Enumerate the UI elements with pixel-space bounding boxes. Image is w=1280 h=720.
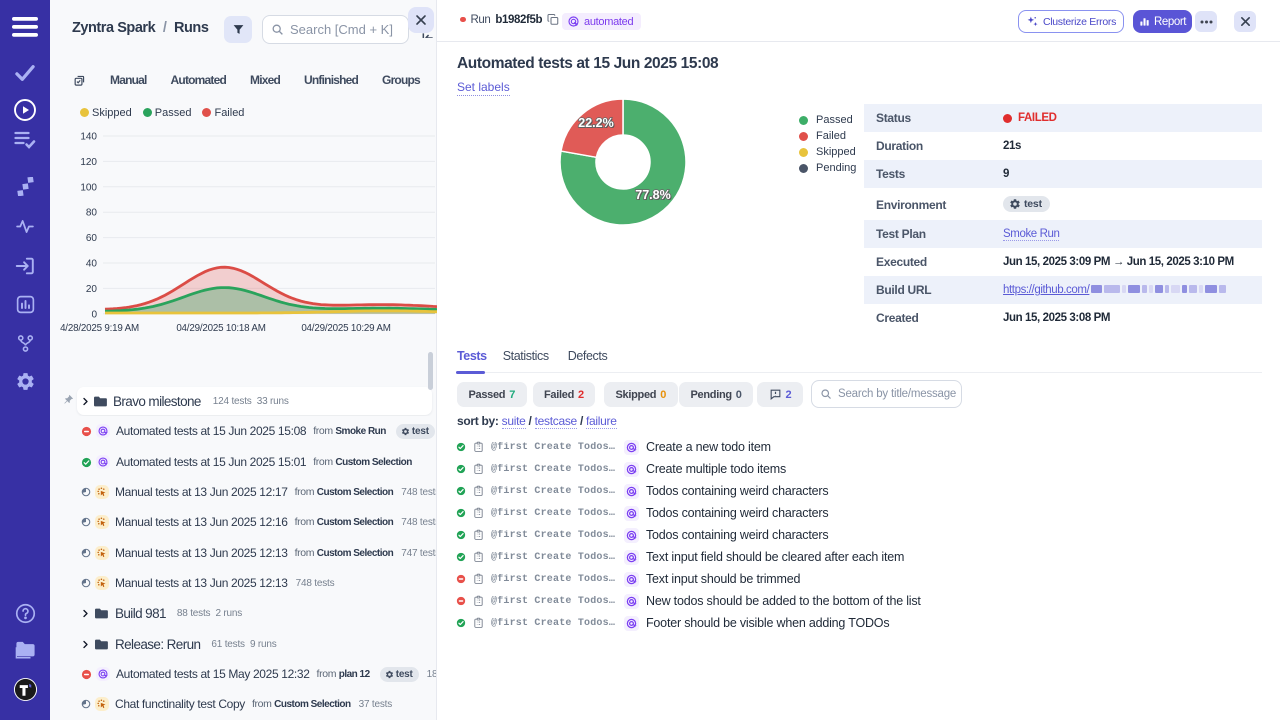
- svg-text:100: 100: [80, 182, 97, 193]
- svg-text:40: 40: [86, 259, 98, 270]
- svg-text:60: 60: [86, 233, 98, 244]
- svg-text:20: 20: [86, 284, 98, 295]
- svg-text:0: 0: [91, 309, 97, 320]
- svg-text:04/29/2025 10:29 AM: 04/29/2025 10:29 AM: [301, 323, 390, 334]
- svg-text:4/28/2025 9:19 AM: 4/28/2025 9:19 AM: [60, 323, 139, 334]
- svg-text:140: 140: [80, 132, 97, 143]
- svg-text:22.2%: 22.2%: [578, 116, 613, 130]
- svg-text:80: 80: [86, 208, 98, 219]
- svg-text:04/29/2025 10:18 AM: 04/29/2025 10:18 AM: [176, 323, 265, 334]
- svg-text:120: 120: [80, 157, 97, 168]
- svg-text:77.8%: 77.8%: [635, 188, 670, 202]
